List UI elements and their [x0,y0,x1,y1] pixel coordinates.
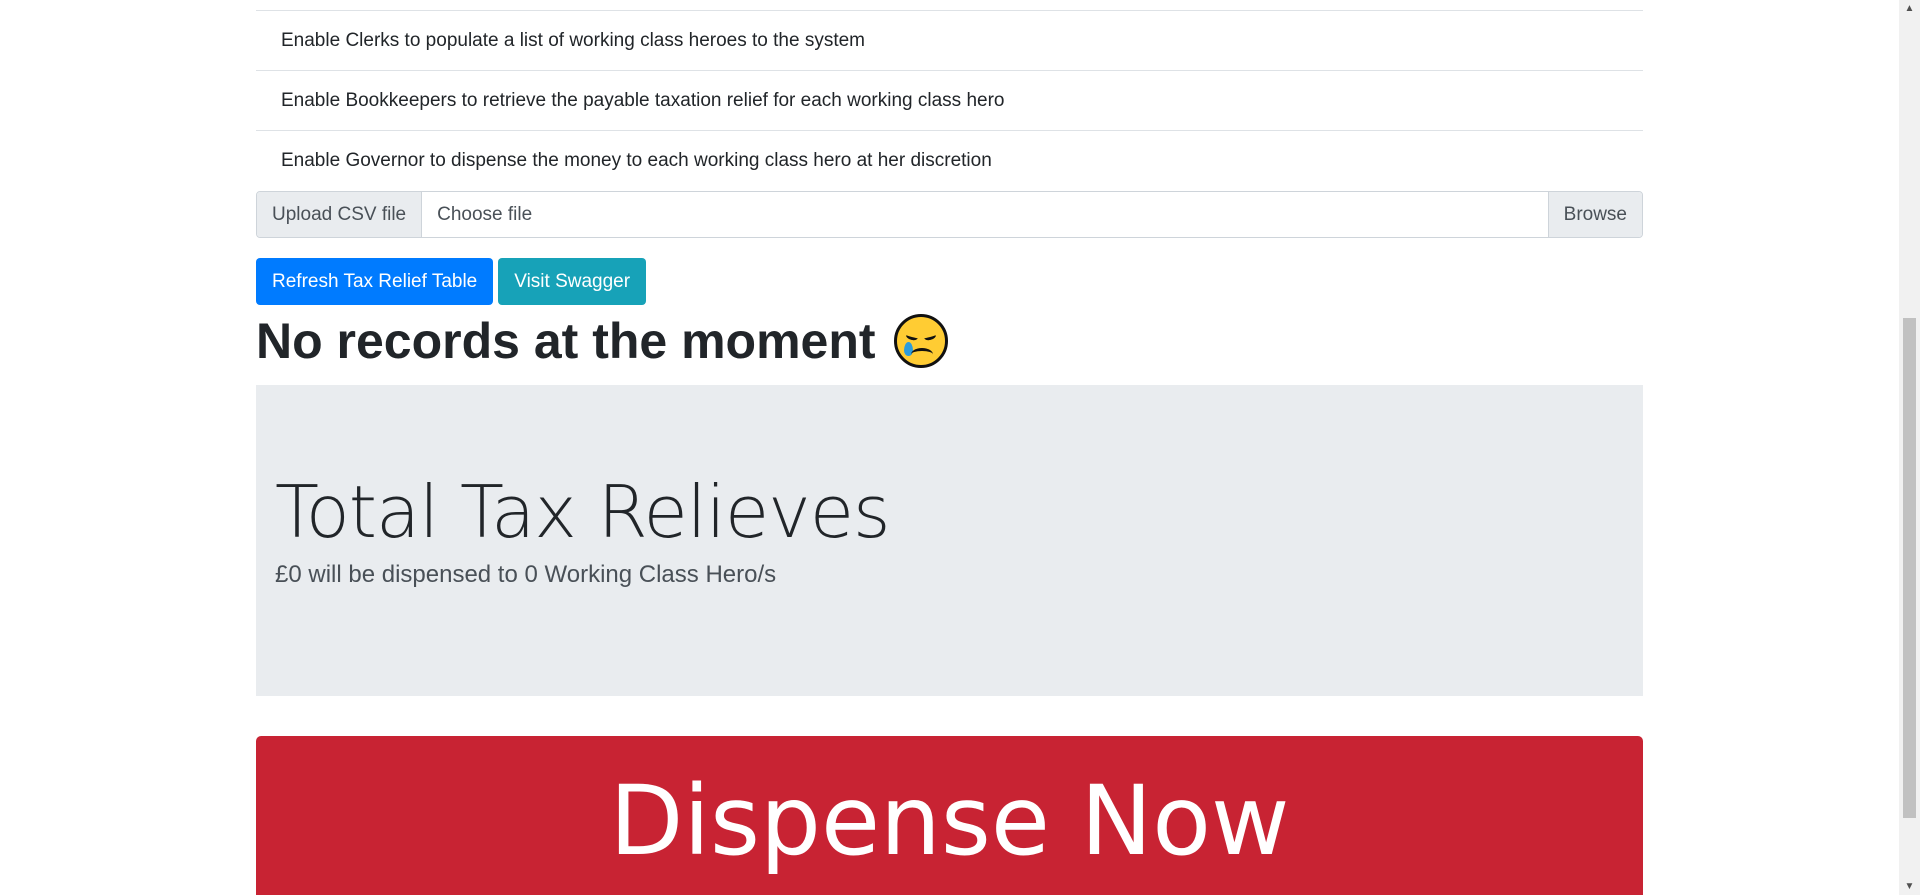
dispense-now-button[interactable]: Dispense Now [256,736,1643,895]
list-item: Enable Bookkeepers to retrieve the payab… [256,71,1643,131]
crying-face-icon [893,314,948,368]
no-records-text: No records at the moment [256,313,876,369]
no-records-heading: No records at the moment [256,309,1643,373]
main-container: Enable Clerks to populate a list of work… [256,0,1643,895]
file-input[interactable]: Choose file [422,192,1548,237]
scroll-up-arrow-icon[interactable]: ▲ [1899,0,1920,17]
list-item: Enable Governor to dispense the money to… [281,150,992,171]
summary-title: Total Tax Relieves [275,470,891,554]
visit-swagger-button[interactable]: Visit Swagger [498,258,647,305]
upload-csv-label: Upload CSV file [257,192,423,237]
page-viewport: Enable Clerks to populate a list of work… [0,0,1920,895]
requirements-list: Enable Clerks to populate a list of work… [256,10,1643,191]
scroll-down-arrow-icon[interactable]: ▼ [1899,878,1920,895]
csv-upload-group: Upload CSV file Choose file Browse [256,191,1643,238]
summary-lead: £0 will be dispensed to 0 Working Class … [275,561,777,588]
browse-button[interactable]: Browse [1547,192,1642,237]
tax-relief-summary: Total Tax Relieves £0 will be dispensed … [256,385,1643,696]
list-item: Enable Clerks to populate a list of work… [256,11,1643,71]
vertical-scrollbar[interactable]: ▲ ▼ [1899,0,1920,895]
action-buttons: Refresh Tax Relief Table Visit Swagger [256,258,1643,305]
refresh-tax-relief-button[interactable]: Refresh Tax Relief Table [256,258,494,305]
scrollbar-thumb[interactable] [1903,318,1916,818]
